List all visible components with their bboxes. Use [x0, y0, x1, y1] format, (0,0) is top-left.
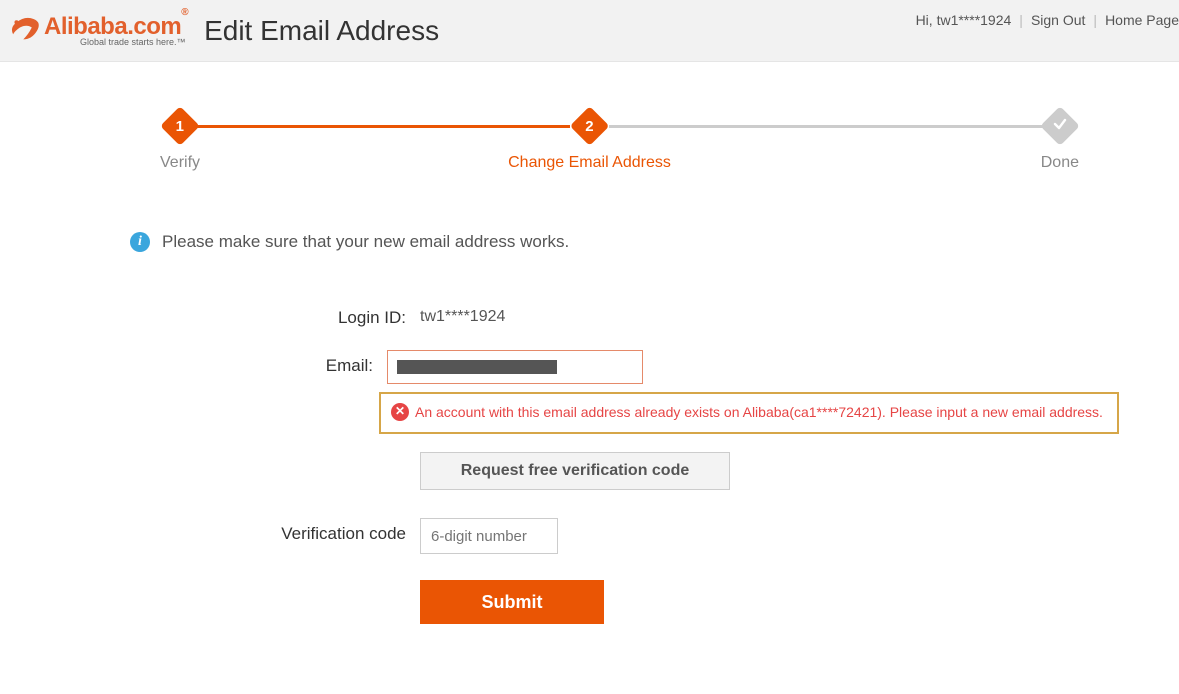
info-text: Please make sure that your new email add… [162, 232, 569, 252]
row-login-id: Login ID: tw1****1924 [160, 302, 1119, 328]
step-change-email: 2 Change Email Address [508, 112, 671, 172]
content-area: 1 Verify 2 Change Email Address Done i P… [0, 62, 1179, 624]
change-email-form: Login ID: tw1****1924 Email: ✕ An accoun… [160, 302, 1119, 624]
login-id-value: tw1****1924 [420, 302, 1119, 326]
brand-name: Alibaba.com® [44, 15, 188, 39]
separator: | [1093, 12, 1097, 28]
sign-out-link[interactable]: Sign Out [1031, 12, 1085, 28]
step-2-number: 2 [585, 118, 593, 135]
step-3-marker [1040, 106, 1080, 146]
verification-code-input[interactable] [420, 518, 558, 554]
step-1-marker: 1 [160, 106, 200, 146]
header-bar: Alibaba.com® Global trade starts here.™ … [0, 0, 1179, 62]
greeting-text: Hi, tw1****1924 [916, 12, 1012, 28]
home-page-link[interactable]: Home Page [1105, 12, 1179, 28]
step-done: Done [1041, 112, 1079, 172]
header-right: Hi, tw1****1924 | Sign Out | Home Page [916, 0, 1179, 62]
row-email: Email: ✕ An account with this email addr… [160, 350, 1119, 434]
separator: | [1019, 12, 1023, 28]
request-verification-code-button[interactable]: Request free verification code [420, 452, 730, 490]
brand-reg-mark: ® [181, 7, 188, 18]
step-3-label: Done [1041, 154, 1079, 172]
step-1-label: Verify [160, 154, 200, 172]
step-1-number: 1 [176, 118, 184, 135]
row-request-code: Request free verification code [160, 452, 1119, 490]
error-icon: ✕ [391, 403, 409, 421]
step-verify: 1 Verify [160, 112, 200, 172]
submit-button[interactable]: Submit [420, 580, 604, 624]
alibaba-logo-icon [8, 15, 42, 45]
brand-text-block: Alibaba.com® Global trade starts here.™ [44, 15, 188, 47]
progress-stepper: 1 Verify 2 Change Email Address Done [100, 112, 1079, 192]
verification-code-label: Verification code [160, 518, 420, 544]
brand-name-main: Alibaba [44, 13, 127, 40]
brand-tagline: Global trade starts here.™ [80, 37, 188, 47]
row-verification-code: Verification code [160, 518, 1119, 554]
check-icon [1052, 116, 1068, 136]
info-icon: i [130, 232, 150, 252]
step-2-marker: 2 [570, 106, 610, 146]
email-error-text: An account with this email address alrea… [415, 402, 1103, 422]
row-submit: Submit [160, 580, 1119, 624]
email-label: Email: [160, 350, 387, 376]
step-bar-2 [609, 125, 1049, 128]
step-2-label: Change Email Address [508, 154, 671, 172]
info-line: i Please make sure that your new email a… [130, 232, 1119, 252]
page-title: Edit Email Address [204, 15, 439, 47]
email-input[interactable] [387, 350, 643, 384]
login-id-label: Login ID: [160, 302, 420, 328]
brand-name-suffix: .com [127, 13, 181, 40]
brand-logo[interactable]: Alibaba.com® Global trade starts here.™ [8, 15, 188, 47]
email-error-box: ✕ An account with this email address alr… [379, 392, 1119, 434]
